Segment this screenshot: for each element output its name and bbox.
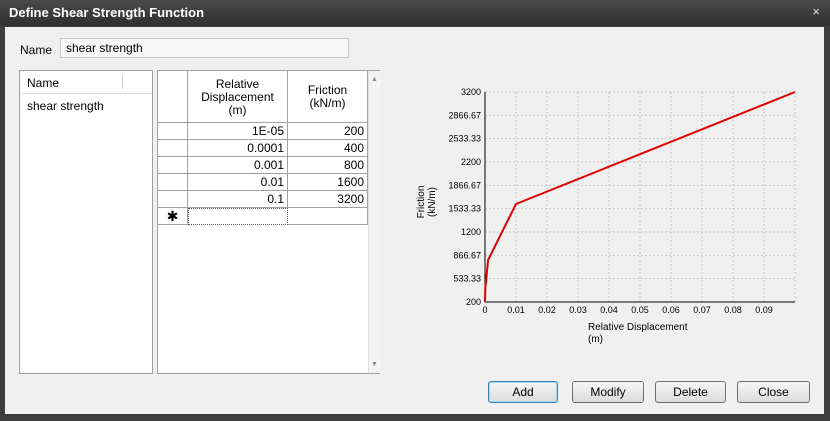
table-cell[interactable]: 200 <box>288 123 368 140</box>
x-tick-label: 0.03 <box>569 305 587 315</box>
modify-button[interactable]: Modify <box>572 381 644 403</box>
delete-button[interactable]: Delete <box>655 381 726 403</box>
dialog-window: Define Shear Strength Function × Name sh… <box>0 0 830 421</box>
y-tick-label: 1533.33 <box>448 204 481 214</box>
name-input[interactable]: shear strength <box>60 38 349 58</box>
y-tick-label: 2866.67 <box>448 110 481 120</box>
x-tick-label: 0.04 <box>600 305 618 315</box>
row-selector-header[interactable] <box>158 71 188 123</box>
title-bar[interactable]: Define Shear Strength Function × <box>0 0 830 26</box>
table-cell[interactable]: 0.001 <box>188 157 288 174</box>
dialog-body: Name shear strength Name shear strength … <box>5 27 824 414</box>
y-tick-label: 2200 <box>461 157 481 167</box>
name-label: Name <box>20 43 53 57</box>
table-cell[interactable]: 1600 <box>288 174 368 191</box>
table-cell[interactable]: 400 <box>288 140 368 157</box>
y-tick-label: 533.33 <box>453 274 481 284</box>
x-tick-label: 0 <box>482 305 487 315</box>
header-line: (kN/m) <box>309 96 346 110</box>
row-selector[interactable] <box>158 174 188 191</box>
add-button[interactable]: Add <box>488 381 558 403</box>
column-divider[interactable] <box>122 75 123 89</box>
x-tick-label: 0.02 <box>538 305 556 315</box>
new-row-cell[interactable] <box>188 208 288 225</box>
close-icon[interactable]: × <box>812 4 820 19</box>
friction-chart: 200 533.33 866.67 1200 1533.33 1866.67 2200 253… <box>416 87 796 345</box>
y-tick-label: 1866.67 <box>448 180 481 190</box>
list-item[interactable]: shear strength <box>27 99 104 113</box>
row-selector[interactable] <box>158 191 188 208</box>
x-axis-label: Relative Displacement <box>588 322 688 333</box>
list-header-name: Name <box>27 76 60 90</box>
table-cell[interactable]: 0.0001 <box>188 140 288 157</box>
table-cell[interactable]: 800 <box>288 157 368 174</box>
window-title: Define Shear Strength Function <box>9 5 205 20</box>
function-list[interactable]: Name shear strength <box>19 70 153 374</box>
x-tick-label: 0.08 <box>724 305 742 315</box>
column-header-friction[interactable]: Friction (kN/m) <box>288 71 368 123</box>
table-cell[interactable]: 3200 <box>288 191 368 208</box>
y-tick-label: 1200 <box>461 227 481 237</box>
new-row-cell[interactable] <box>288 208 368 225</box>
x-tick-label: 0.07 <box>693 305 711 315</box>
table-cell[interactable]: 0.1 <box>188 191 288 208</box>
vertical-scrollbar[interactable]: ▲ ▼ <box>368 71 380 373</box>
scroll-down-icon[interactable]: ▼ <box>371 361 378 368</box>
x-tick-label: 0.06 <box>662 305 680 315</box>
x-axis-label: (m) <box>588 334 603 345</box>
y-tick-label: 3200 <box>461 87 481 97</box>
close-button[interactable]: Close <box>737 381 810 403</box>
x-tick-label: 0.05 <box>631 305 649 315</box>
data-table[interactable]: Relative Displacement (m) Friction (kN/m… <box>157 70 380 374</box>
y-tick-label: 200 <box>466 297 481 307</box>
row-selector[interactable] <box>158 140 188 157</box>
y-tick-label: 866.67 <box>453 250 481 260</box>
column-header-displacement[interactable]: Relative Displacement (m) <box>188 71 288 123</box>
row-selector[interactable] <box>158 157 188 174</box>
row-selector[interactable] <box>158 123 188 140</box>
header-line: (m) <box>228 103 247 117</box>
x-tick-label: 0.09 <box>755 305 773 315</box>
function-list-header[interactable]: Name <box>20 71 152 94</box>
table-cell[interactable]: 1E-05 <box>188 123 288 140</box>
y-axis-label: Friction <box>416 186 427 219</box>
table-cell[interactable]: 0.01 <box>188 174 288 191</box>
new-row-icon[interactable]: ✱ <box>158 208 188 225</box>
scroll-up-icon[interactable]: ▲ <box>371 76 378 83</box>
x-tick-label: 0.01 <box>507 305 525 315</box>
y-axis-label: (kN/m) <box>427 187 438 217</box>
y-tick-label: 2533.33 <box>448 134 481 144</box>
